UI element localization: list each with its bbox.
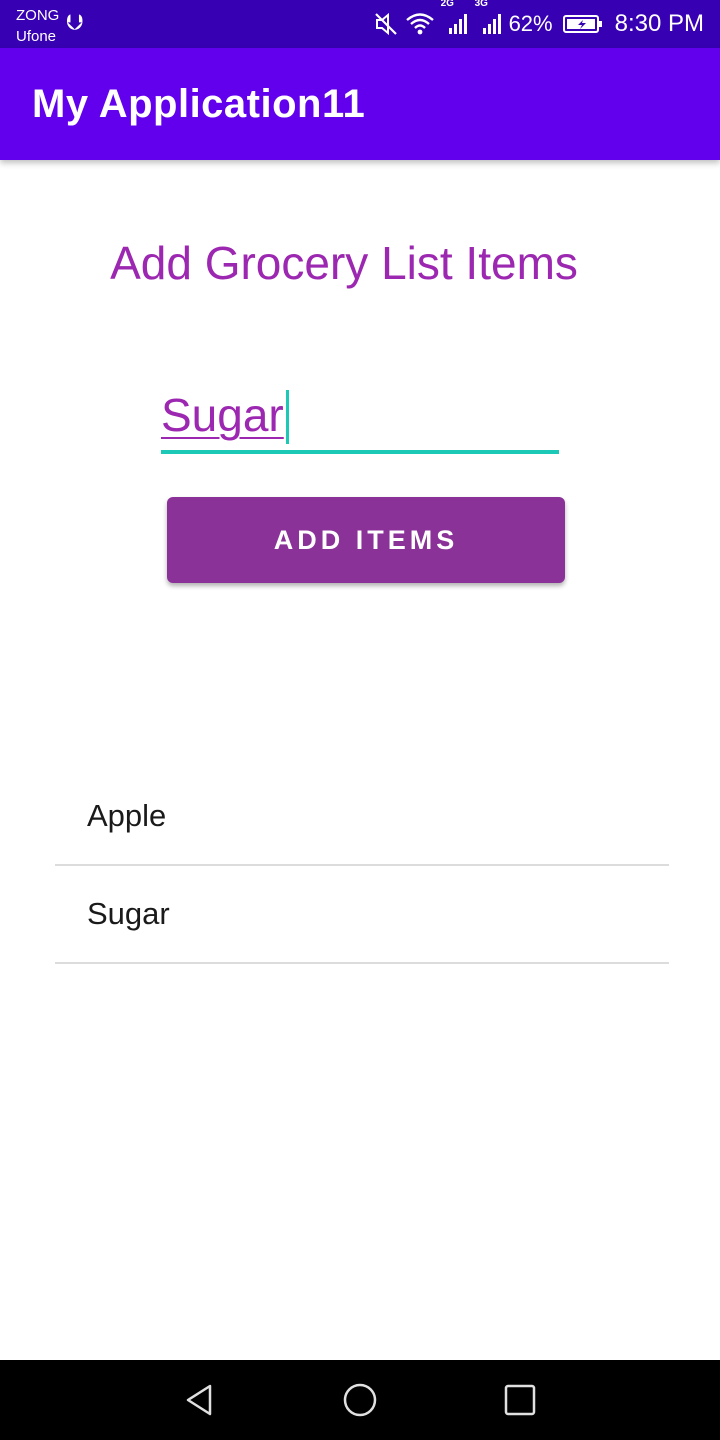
grocery-list: Apple Sugar <box>55 768 669 964</box>
carrier-1-label: ZONG <box>16 7 60 24</box>
network-2g-label: 2G <box>440 0 454 9</box>
signal-2g-icon: 2G <box>441 0 469 36</box>
list-item-label: Apple <box>87 798 167 833</box>
list-item[interactable]: Sugar <box>55 866 669 964</box>
app-title: My Application11 <box>32 82 366 126</box>
page-heading: Add Grocery List Items <box>110 237 578 289</box>
status-bar: ZONG Ufone ⮋ 2G 3G 62% 8:30 PM <box>0 0 720 48</box>
list-item-label: Sugar <box>87 896 170 931</box>
back-icon[interactable] <box>180 1380 220 1420</box>
carrier-2-label: Ufone <box>16 28 57 45</box>
carrier-info: ZONG Ufone <box>16 5 59 47</box>
battery-percent: 62% <box>508 11 553 36</box>
signal-3g-icon: 3G <box>475 0 503 36</box>
battery-icon <box>562 14 603 34</box>
usb-icon: ⮋ <box>66 10 83 35</box>
navigation-bar <box>0 1360 720 1440</box>
clock: 8:30 PM <box>614 10 704 37</box>
list-item[interactable]: Apple <box>55 768 669 866</box>
mute-icon <box>373 11 399 37</box>
recents-icon[interactable] <box>500 1380 540 1420</box>
home-icon[interactable] <box>340 1380 380 1420</box>
wifi-icon <box>405 11 435 37</box>
input-text[interactable]: Sugar <box>161 388 284 442</box>
add-items-button[interactable]: ADD ITEMS <box>167 497 565 583</box>
app-bar: My Application11 <box>0 48 720 160</box>
input-value-text: Sugar <box>161 389 284 441</box>
grocery-item-input[interactable]: Sugar <box>161 382 559 454</box>
network-3g-label: 3G <box>474 0 488 9</box>
text-cursor <box>286 390 289 444</box>
